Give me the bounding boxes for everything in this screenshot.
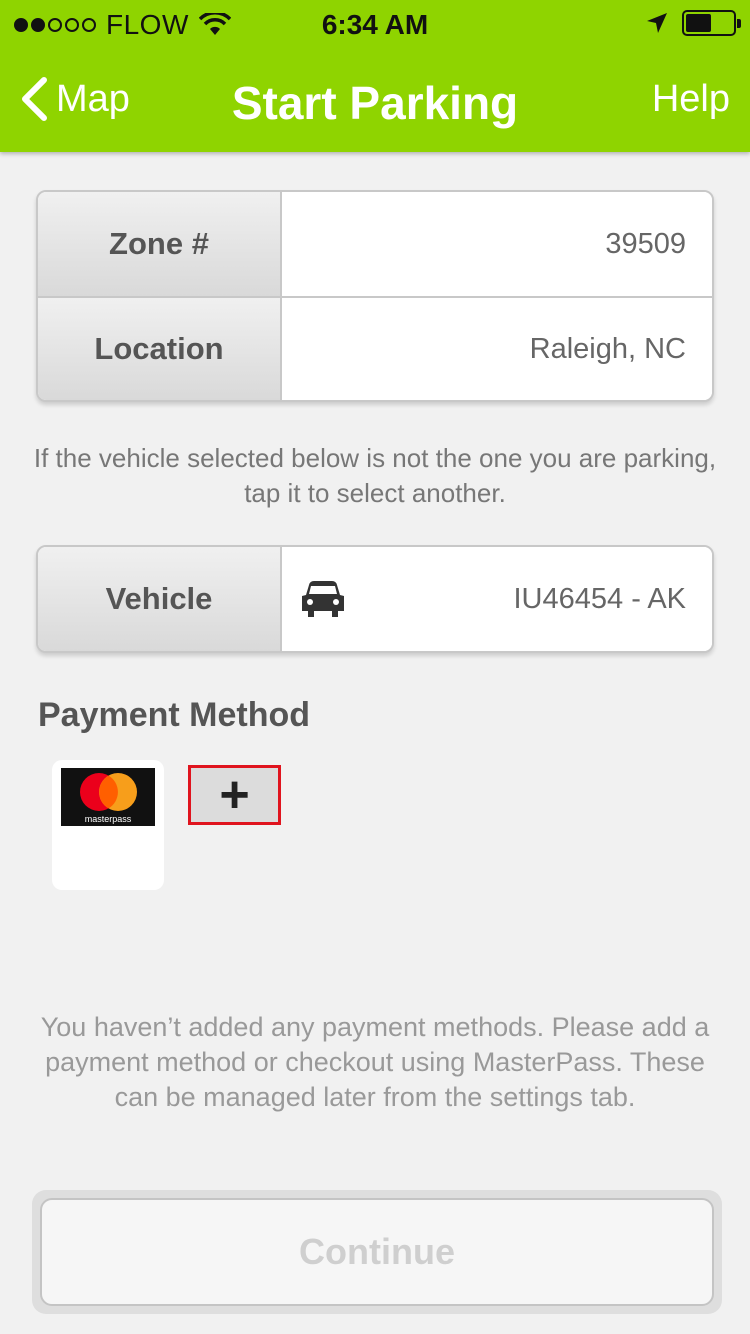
location-row: Location Raleigh, NC [38, 296, 712, 400]
page-title: Start Parking [231, 77, 519, 129]
vehicle-row[interactable]: Vehicle IU46454 - AK [38, 547, 712, 651]
location-label: Location [38, 298, 282, 400]
status-right [646, 10, 741, 36]
zone-label: Zone # [38, 192, 282, 296]
mastercard-circles-icon: masterpass [80, 773, 137, 824]
vehicle-hint: If the vehicle selected below is not the… [33, 443, 717, 508]
masterpass-option[interactable]: masterpass [52, 760, 164, 890]
header: FLOW 6:34 AM Map Start Parking Help [0, 0, 750, 152]
continue-button[interactable]: Continue [40, 1198, 714, 1306]
zone-row: Zone # 39509 [38, 192, 712, 296]
payment-info-text: You haven’t added any payment methods. P… [40, 1012, 710, 1112]
continue-container: Continue [32, 1190, 722, 1314]
add-payment-button[interactable]: + [188, 765, 281, 825]
vehicle-label: Vehicle [38, 547, 282, 651]
help-button[interactable]: Help [652, 78, 730, 121]
masterpass-logo: masterpass [61, 768, 155, 826]
car-icon [302, 581, 344, 617]
battery-icon [682, 10, 741, 36]
zone-value: 39509 [282, 192, 712, 296]
location-arrow-icon [647, 13, 667, 33]
status-time: 6:34 AM [321, 9, 429, 40]
vehicle-plate: IU46454 - AK [513, 582, 687, 615]
masterpass-text: masterpass [85, 814, 132, 824]
zone-location-card: Zone # 39509 Location Raleigh, NC [36, 190, 714, 402]
location-value: Raleigh, NC [282, 298, 712, 400]
payment-method-heading: Payment Method [38, 696, 311, 734]
status-bar: FLOW 6:34 AM [0, 0, 750, 50]
vehicle-selector[interactable]: IU46454 - AK [282, 547, 712, 651]
vehicle-card[interactable]: Vehicle IU46454 - AK [36, 545, 714, 653]
nav-bar: Map Start Parking Help [0, 58, 750, 148]
